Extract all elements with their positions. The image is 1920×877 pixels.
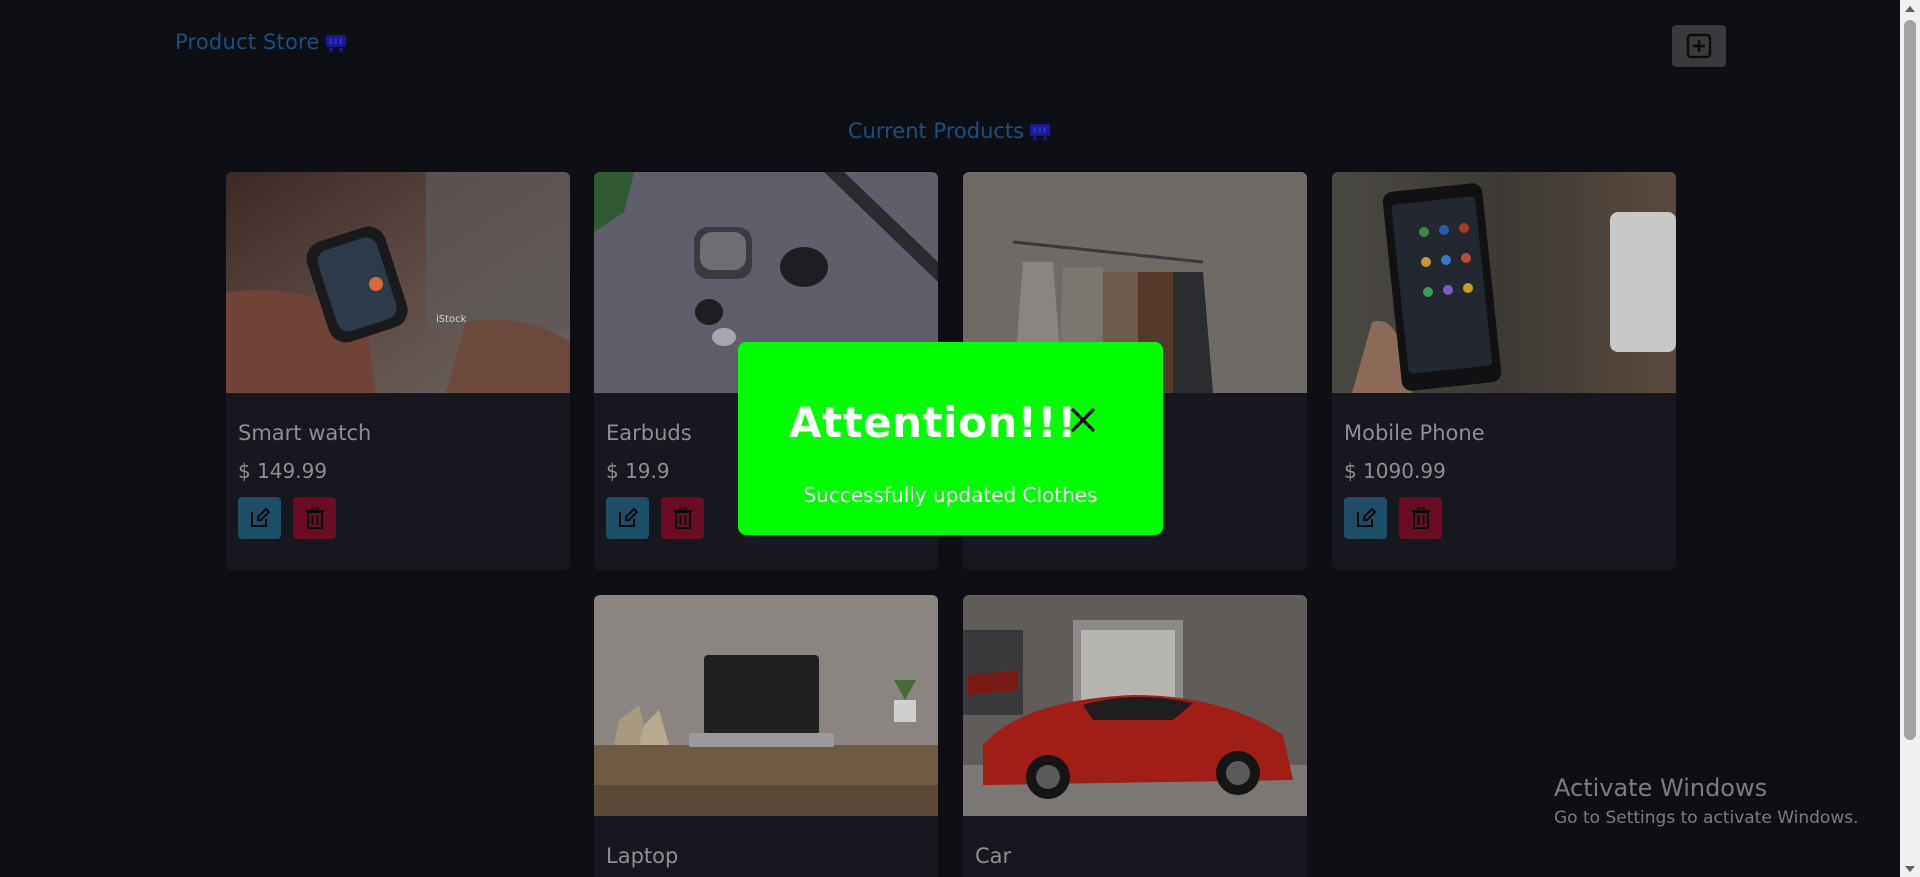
delete-button[interactable] xyxy=(1399,497,1442,539)
modal-message: Successfully updated Clothes xyxy=(803,483,1098,507)
product-name: Smart watch xyxy=(238,421,372,445)
edit-button[interactable] xyxy=(1344,497,1387,539)
modal-title: Attention!!! xyxy=(789,398,1077,447)
phone-image xyxy=(1332,172,1676,393)
product-card: Car xyxy=(963,595,1307,877)
add-product-button[interactable] xyxy=(1672,25,1726,67)
section-title-label: Current Products xyxy=(847,119,1025,143)
product-card: Laptop xyxy=(594,595,938,877)
page: Product Store Current Products iStock Sm… xyxy=(0,0,1920,877)
edit-icon xyxy=(618,507,638,527)
product-card: Mobile Phone $ 1090.99 xyxy=(1332,172,1676,570)
close-icon[interactable] xyxy=(1068,405,1098,435)
trash-icon xyxy=(305,507,324,529)
product-name: Laptop xyxy=(606,844,679,868)
product-price: $ 149.99 xyxy=(238,459,328,483)
scrollbar-thumb[interactable] xyxy=(1904,20,1916,740)
laptop-image xyxy=(594,595,938,816)
product-card: iStock Smart watch $ 149.99 xyxy=(226,172,570,570)
delete-button[interactable] xyxy=(661,497,704,539)
trash-icon xyxy=(1411,507,1430,529)
product-name: Car xyxy=(975,844,1012,868)
edit-icon xyxy=(250,507,270,527)
cart-icon xyxy=(325,35,346,52)
brand-label: Product Store xyxy=(175,30,320,54)
edit-button[interactable] xyxy=(238,497,281,539)
cart-icon xyxy=(1030,124,1051,141)
smartwatch-image: iStock xyxy=(226,172,570,393)
scrollbar[interactable] xyxy=(1900,0,1920,877)
watermark-title: Activate Windows xyxy=(1554,774,1768,802)
edit-button[interactable] xyxy=(606,497,649,539)
product-price: $ 1090.99 xyxy=(1344,459,1446,483)
scroll-down-arrow[interactable] xyxy=(1900,860,1920,877)
section-title: Current Products xyxy=(0,119,1900,143)
watermark-subtitle: Go to Settings to activate Windows. xyxy=(1554,808,1859,828)
windows-activation-watermark: Activate Windows Go to Settings to activ… xyxy=(1554,774,1859,828)
edit-icon xyxy=(1356,507,1376,527)
product-name: Mobile Phone xyxy=(1344,421,1485,445)
attention-modal: Attention!!! Successfully updated Clothe… xyxy=(738,342,1163,535)
header: Product Store xyxy=(0,0,1900,90)
scroll-up-arrow[interactable] xyxy=(1900,0,1920,17)
car-image xyxy=(963,595,1307,816)
trash-icon xyxy=(673,507,692,529)
brand[interactable]: Product Store xyxy=(175,30,348,54)
plus-square-icon xyxy=(1686,33,1712,59)
delete-button[interactable] xyxy=(293,497,336,539)
svg-text:iStock: iStock xyxy=(436,314,467,325)
